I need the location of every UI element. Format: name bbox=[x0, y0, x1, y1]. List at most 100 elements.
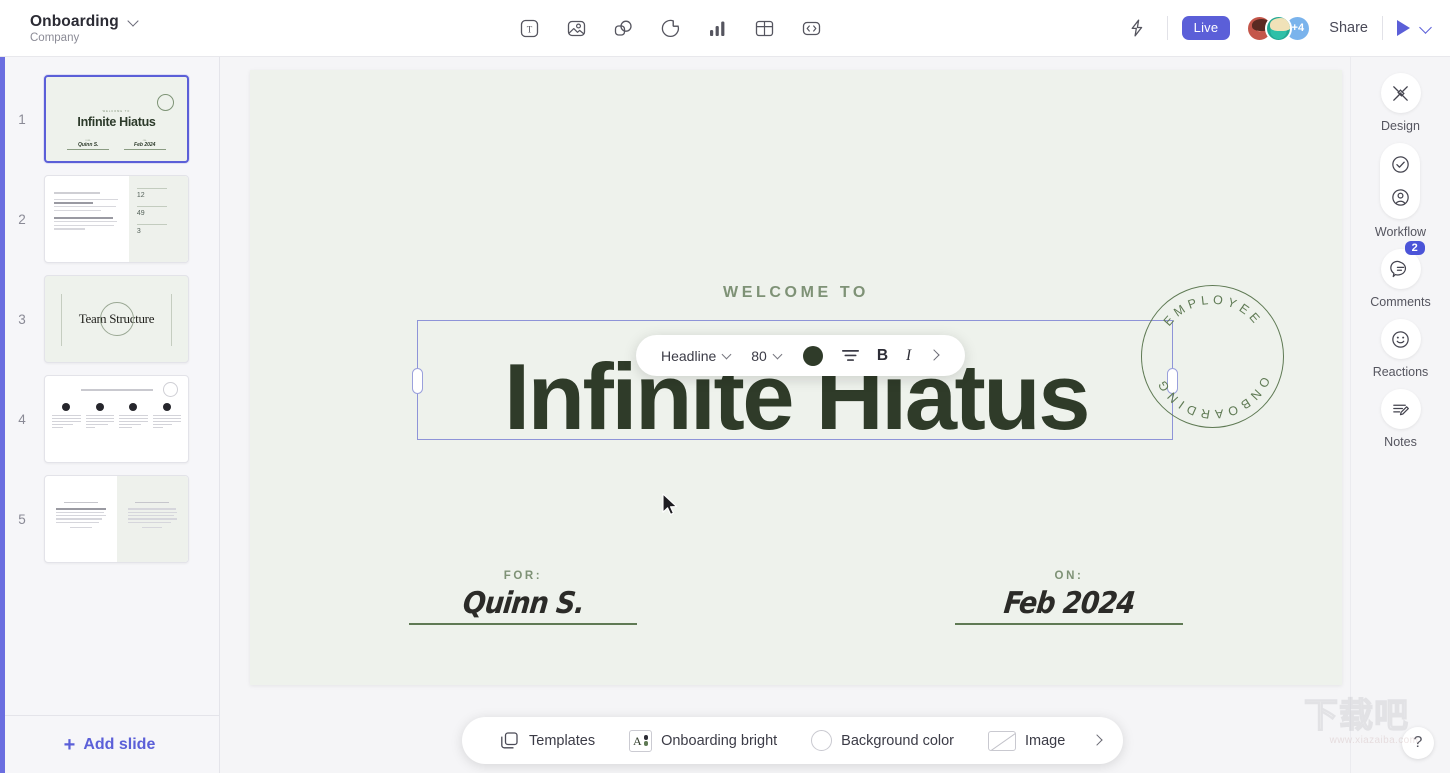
theme-label: Onboarding bright bbox=[661, 732, 778, 749]
thumb-pre-text: WELCOME TO bbox=[102, 109, 131, 113]
slide-thumbnail[interactable]: 12 49 3 bbox=[44, 175, 189, 263]
thumb-line bbox=[56, 508, 106, 510]
thumb-bullet-icon bbox=[129, 402, 138, 411]
italic-button[interactable]: I bbox=[897, 335, 920, 376]
align-button[interactable] bbox=[833, 335, 868, 376]
thumb-stat-label bbox=[136, 205, 167, 208]
thumb-line bbox=[54, 228, 85, 230]
chevron-down-icon bbox=[774, 351, 784, 361]
for-value[interactable]: Quinn S. bbox=[461, 586, 586, 621]
person-circle-icon bbox=[1392, 189, 1409, 206]
chevron-right-icon[interactable] bbox=[1092, 735, 1103, 746]
left-accent-bar bbox=[0, 57, 5, 773]
slide-canvas[interactable]: WELCOME TO Infinite Hiatus EMPLOYEE ONBO… bbox=[220, 57, 1350, 773]
bold-button[interactable]: B bbox=[868, 335, 897, 376]
image-tool-button[interactable] bbox=[561, 13, 591, 43]
live-badge[interactable]: Live bbox=[1181, 16, 1231, 40]
table-tool-button[interactable] bbox=[749, 13, 779, 43]
reactions-icon-wrap bbox=[1380, 319, 1421, 359]
embed-tool-button[interactable] bbox=[796, 13, 826, 43]
thumb-for-value: Quinn S. bbox=[77, 142, 99, 149]
document-title-block: Onboarding Company bbox=[0, 13, 220, 44]
slide-number: 1 bbox=[18, 111, 26, 127]
check-circle-icon bbox=[1392, 156, 1409, 173]
add-slide-button[interactable]: + Add slide bbox=[0, 715, 219, 773]
thumb-stat-value: 3 bbox=[136, 227, 141, 235]
thumb-line bbox=[56, 514, 106, 517]
chevron-right-icon bbox=[929, 350, 940, 361]
sidebar-item-notes[interactable]: Notes bbox=[1380, 389, 1421, 449]
thumb-stat-label bbox=[136, 188, 167, 190]
sidebar-item-workflow[interactable]: Workflow bbox=[1375, 143, 1426, 239]
document-title-row[interactable]: Onboarding bbox=[30, 13, 220, 31]
collaborator-avatars: +4 bbox=[1246, 14, 1312, 42]
thumb-stamp-icon bbox=[163, 382, 178, 397]
slide-number: 3 bbox=[18, 311, 26, 327]
slide-footer-row: FOR: Quinn S. ON: Feb 2024 bbox=[250, 570, 1342, 625]
slide-thumbnail-panel: 1 WELCOME TO Infinite Hiatus FOR: Quinn … bbox=[0, 57, 220, 773]
thumb-bullet-icon bbox=[95, 402, 104, 411]
play-icon[interactable] bbox=[1397, 20, 1410, 36]
help-button[interactable]: ? bbox=[1402, 727, 1434, 759]
slide-footer-on[interactable]: ON: Feb 2024 bbox=[796, 570, 1342, 625]
background-color-button[interactable]: Background color bbox=[794, 730, 971, 751]
slide-item-5[interactable]: 5 bbox=[0, 469, 219, 569]
theme-button[interactable]: A Onboarding bright bbox=[612, 729, 794, 752]
active-slide[interactable]: WELCOME TO Infinite Hiatus EMPLOYEE ONBO… bbox=[250, 70, 1342, 685]
avatar[interactable] bbox=[1265, 14, 1293, 42]
smiley-icon bbox=[1392, 330, 1409, 348]
thumb-line bbox=[54, 224, 115, 227]
chevron-down-icon[interactable] bbox=[1420, 22, 1432, 34]
slide-item-2[interactable]: 2 12 49 3 bbox=[0, 169, 219, 269]
header-actions: Live +4 Share bbox=[1121, 12, 1450, 44]
header-divider-2 bbox=[1382, 16, 1383, 40]
thumb-stamp-icon bbox=[157, 94, 174, 111]
lightning-icon[interactable] bbox=[1121, 12, 1153, 44]
thumb-stamp-icon bbox=[99, 302, 134, 336]
plus-icon: + bbox=[63, 733, 76, 756]
text-style-dropdown[interactable]: Headline bbox=[652, 335, 742, 376]
text-tool-button[interactable]: T bbox=[514, 13, 544, 43]
thumb-line bbox=[54, 198, 119, 201]
slide-item-1[interactable]: 1 WELCOME TO Infinite Hiatus FOR: Quinn … bbox=[0, 69, 219, 169]
sticker-tool-button[interactable] bbox=[655, 13, 685, 43]
image-button[interactable]: Image bbox=[971, 730, 1082, 751]
slide-thumbnail[interactable] bbox=[44, 375, 189, 463]
on-value[interactable]: Feb 2024 bbox=[1002, 586, 1136, 621]
font-size-dropdown[interactable]: 80 bbox=[742, 335, 793, 376]
employee-onboarding-stamp[interactable]: EMPLOYEE ONBOARDING bbox=[1141, 285, 1284, 428]
chart-tool-button[interactable] bbox=[702, 13, 732, 43]
text-color-swatch[interactable] bbox=[802, 345, 823, 366]
thumb-line bbox=[69, 526, 92, 529]
font-size-value: 80 bbox=[751, 347, 767, 364]
thumb-columns bbox=[52, 402, 181, 430]
slide-thumbnail[interactable]: Team Structure bbox=[44, 275, 189, 363]
insert-toolbar: T bbox=[220, 13, 1121, 43]
slide-item-4[interactable]: 4 bbox=[0, 369, 219, 469]
slide-thumbnail[interactable] bbox=[44, 475, 189, 563]
chevron-down-icon bbox=[723, 351, 733, 361]
right-sidebar: Design Workflow 2 Comments Reactions Not… bbox=[1350, 57, 1450, 773]
share-button[interactable]: Share bbox=[1329, 20, 1368, 36]
thumb-line bbox=[127, 511, 177, 513]
design-icon-wrap bbox=[1380, 73, 1421, 113]
thumb-right-half bbox=[116, 476, 188, 562]
templates-button[interactable]: Templates bbox=[482, 731, 612, 751]
slide-item-3[interactable]: 3 Team Structure bbox=[0, 269, 219, 369]
chevron-down-icon[interactable] bbox=[128, 16, 139, 27]
thumb-footers: FOR: Quinn S. ON: Feb 2024 bbox=[46, 140, 187, 150]
sidebar-item-reactions[interactable]: Reactions bbox=[1373, 319, 1428, 379]
slide-thumbnail[interactable]: WELCOME TO Infinite Hiatus FOR: Quinn S.… bbox=[44, 75, 189, 163]
shapes-tool-button[interactable] bbox=[608, 13, 638, 43]
more-options-button[interactable] bbox=[920, 335, 949, 376]
workflow-icon-wrap bbox=[1380, 143, 1421, 219]
text-format-toolbar: Headline 80 B I bbox=[636, 335, 966, 376]
brush-icon bbox=[1393, 85, 1408, 101]
presentation-editor-app: Onboarding Company T Live +4 Share 1 WEL… bbox=[0, 0, 1450, 773]
document-title: Onboarding bbox=[30, 12, 119, 30]
sidebar-item-comments[interactable]: 2 Comments bbox=[1370, 241, 1431, 309]
background-color-label: Background color bbox=[841, 732, 955, 749]
thumb-lines bbox=[119, 414, 148, 430]
slide-footer-for[interactable]: FOR: Quinn S. bbox=[250, 570, 796, 625]
sidebar-item-design[interactable]: Design bbox=[1380, 73, 1421, 133]
